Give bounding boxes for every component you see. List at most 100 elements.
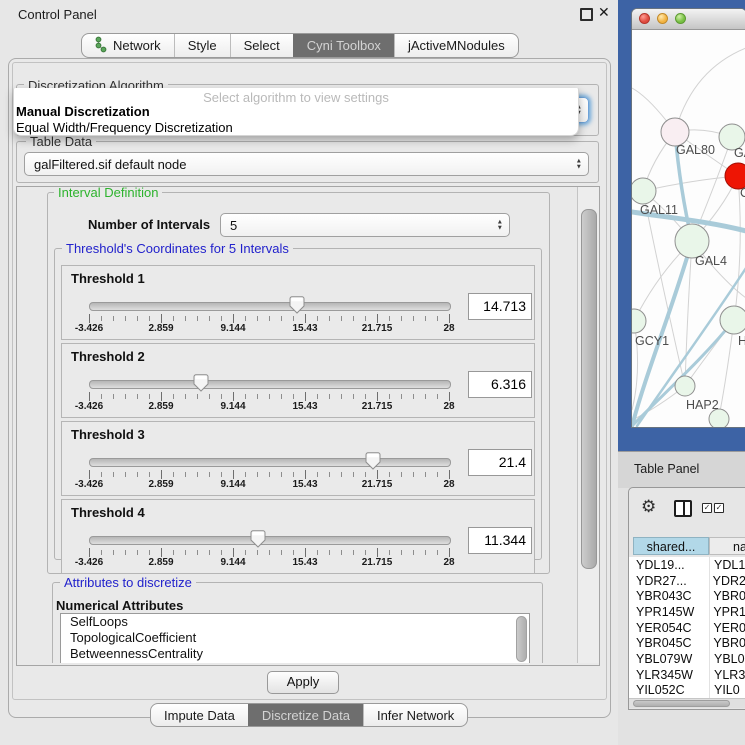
threshold-slider[interactable]: -3.4262.8599.14415.4321.71528 xyxy=(89,373,449,415)
threshold-panel-4: Threshold 4-3.4262.8599.14415.4321.71528… xyxy=(61,499,535,574)
network-window-titlebar[interactable] xyxy=(632,9,745,30)
table-row[interactable]: YBR045CYBR0 xyxy=(629,635,745,651)
cell-name: YBR0 xyxy=(709,589,745,603)
tick-label: 15.43 xyxy=(292,323,317,334)
table-data-combobox[interactable]: galFiltered.sif default node ▲▼ xyxy=(24,152,589,176)
threshold-slider[interactable]: -3.4262.8599.14415.4321.71528 xyxy=(89,451,449,493)
tick-label: 28 xyxy=(443,557,454,568)
minimize-window-icon[interactable] xyxy=(657,13,668,24)
tab-label: Cyni Toolbox xyxy=(307,38,381,53)
float-window-icon[interactable] xyxy=(580,8,593,21)
close-window-icon[interactable] xyxy=(639,13,650,24)
node-h[interactable] xyxy=(720,306,745,334)
tick-label: 15.43 xyxy=(292,401,317,412)
cell-shared-name: YBL079W xyxy=(629,652,710,666)
tick-label: 2.859 xyxy=(148,479,173,490)
network-canvas[interactable]: GAL80 GA C GAL11 GAL4 GCY1 H HAP2 xyxy=(632,30,745,427)
algorithm-option[interactable]: Manual Discretization xyxy=(16,104,576,120)
node-gal11[interactable] xyxy=(632,178,656,204)
tick-label: 28 xyxy=(443,323,454,334)
label-hap2: HAP2 xyxy=(686,398,719,412)
tab-network[interactable]: Network xyxy=(82,34,174,57)
apply-button[interactable]: Apply xyxy=(267,671,339,694)
attribute-item[interactable]: TopologicalCoefficient xyxy=(61,630,529,646)
control-panel-title: Control Panel xyxy=(18,7,97,22)
column-header-shared[interactable]: shared... xyxy=(633,537,709,555)
threshold-panel-3: Threshold 3 -3.4262.8599.14415.4321.71528… xyxy=(61,421,535,496)
tick-label: 2.859 xyxy=(148,557,173,568)
zoom-window-icon[interactable] xyxy=(675,13,686,24)
scrollbar-thumb[interactable] xyxy=(581,209,597,569)
table-row[interactable]: YPR145WYPR1 xyxy=(629,604,745,620)
table-data-value: galFiltered.sif default node xyxy=(34,153,186,175)
tab-jactivemnodules[interactable]: jActiveMNodules xyxy=(394,34,518,57)
tab-infer-network[interactable]: Infer Network xyxy=(363,704,467,726)
table-row[interactable]: YBR043CYBR0 xyxy=(629,588,745,604)
threshold-value-field[interactable]: 6.316 xyxy=(468,371,532,398)
slider-thumb[interactable] xyxy=(366,452,381,470)
threshold-panel-2: Threshold 2-3.4262.8599.14415.4321.71528… xyxy=(61,343,535,418)
threshold-rows: Threshold 1-3.4262.8599.14415.4321.71528… xyxy=(61,265,535,577)
tab-discretize-data[interactable]: Discretize Data xyxy=(248,704,363,726)
table-row[interactable]: YDL19...YDL1 xyxy=(629,557,745,573)
cell-shared-name: YBR045C xyxy=(629,636,709,650)
number-of-intervals-combobox[interactable]: 5 ▲▼ xyxy=(220,213,510,237)
threshold-value-field[interactable]: 21.4 xyxy=(468,449,532,476)
threshold-label: Threshold 3 xyxy=(71,427,145,442)
table-data-label: Table Data xyxy=(26,134,96,149)
tick-label: 21.715 xyxy=(362,323,393,334)
table-horizontal-scrollbar[interactable] xyxy=(629,698,745,708)
label-h-partial: H xyxy=(738,334,745,348)
scrollbar-thumb[interactable] xyxy=(633,700,730,707)
numerical-attributes-list[interactable]: SelfLoopsTopologicalCoefficientBetweenne… xyxy=(60,613,530,663)
slider-track[interactable] xyxy=(89,380,451,389)
slider-track[interactable] xyxy=(89,302,451,311)
columns-icon[interactable] xyxy=(674,500,692,517)
close-icon[interactable]: ✕ xyxy=(598,4,610,21)
threshold-slider[interactable]: -3.4262.8599.14415.4321.71528 xyxy=(89,529,449,571)
gear-icon[interactable]: ⚙ xyxy=(641,498,656,515)
table-rows: YDL19...YDL1YDR27...YDR2YBR043CYBR0YPR14… xyxy=(629,557,745,698)
attribute-item[interactable]: SelfLoops xyxy=(61,614,529,630)
threshold-value-field[interactable]: 11.344 xyxy=(468,527,532,554)
column-header-name[interactable]: na xyxy=(709,537,745,555)
attribute-item[interactable]: BetweennessCentrality xyxy=(61,646,529,662)
table-row[interactable]: YDR27...YDR2 xyxy=(629,573,745,589)
node-gcy1[interactable] xyxy=(632,309,646,333)
cell-name: YDL1 xyxy=(710,558,745,572)
node-hap2[interactable] xyxy=(675,376,695,396)
threshold-value-field[interactable]: 14.713 xyxy=(468,293,532,320)
network-icon xyxy=(95,36,107,56)
attributes-scrollbar[interactable] xyxy=(516,616,527,663)
checkbox-icon[interactable]: ✓ xyxy=(702,503,712,513)
attribute-items: SelfLoopsTopologicalCoefficientBetweenne… xyxy=(61,614,529,662)
table-row[interactable]: YBL079WYBL0 xyxy=(629,651,745,667)
label-gal80: GAL80 xyxy=(676,143,715,157)
table-row[interactable]: YER054CYER0 xyxy=(629,620,745,636)
slider-track[interactable] xyxy=(89,536,451,545)
settings-vertical-scrollbar[interactable] xyxy=(577,187,599,663)
tick-label: 21.715 xyxy=(362,557,393,568)
bottom-tab-bar: Impute DataDiscretize DataInfer Network xyxy=(150,703,468,727)
algorithm-option[interactable]: Equal Width/Frequency Discretization xyxy=(16,120,576,136)
tab-impute-data[interactable]: Impute Data xyxy=(151,704,248,726)
checkbox-icon[interactable]: ✓ xyxy=(714,503,724,513)
tab-cyni-toolbox[interactable]: Cyni Toolbox xyxy=(293,34,394,57)
cell-name: YIL0 xyxy=(710,683,740,697)
slider-thumb[interactable] xyxy=(289,296,304,314)
slider-thumb[interactable] xyxy=(193,374,208,392)
tab-style[interactable]: Style xyxy=(174,34,230,57)
tab-select[interactable]: Select xyxy=(230,34,293,57)
slider-thumb[interactable] xyxy=(251,530,266,548)
node-gal80[interactable] xyxy=(661,118,689,146)
table-row[interactable]: YLR345WYLR3 xyxy=(629,667,745,683)
threshold-slider[interactable]: -3.4262.8599.14415.4321.71528 xyxy=(89,295,449,337)
slider-ticks xyxy=(89,314,449,323)
node-gal4[interactable] xyxy=(675,224,709,258)
cell-name: YPR1 xyxy=(709,605,745,619)
slider-track[interactable] xyxy=(89,458,451,467)
tick-label: 9.144 xyxy=(220,557,245,568)
table-row[interactable]: YIL052CYIL0 xyxy=(629,683,745,699)
tick-label: 21.715 xyxy=(362,401,393,412)
tick-label: 28 xyxy=(443,479,454,490)
